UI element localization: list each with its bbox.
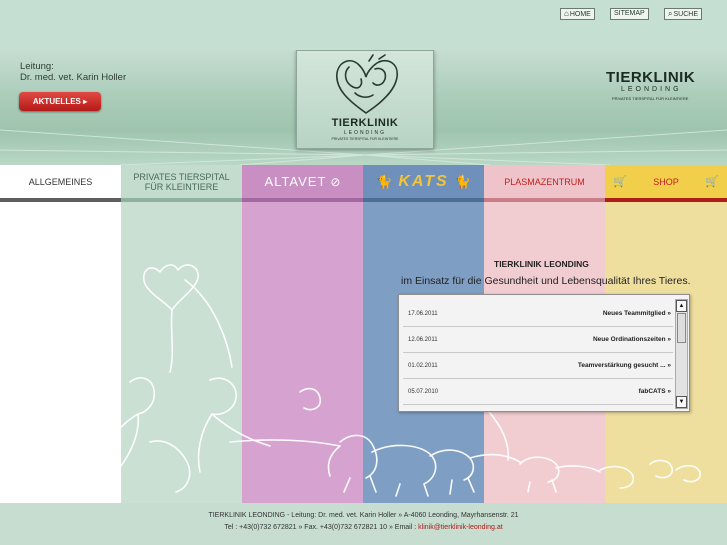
news-title-link[interactable]: Teamverstärkung gesucht ... » bbox=[578, 362, 671, 369]
animal-heart-icon bbox=[336, 54, 398, 114]
logo-title: TIERKLINIK bbox=[331, 117, 399, 129]
header: Leitung: Dr. med. vet. Karin Holler AKTU… bbox=[0, 50, 727, 165]
footer-phone-fax: Tel : +43(0)732 672821 » Fax. +43(0)732 … bbox=[224, 524, 417, 531]
brand-tagline: PRIVATES TIERSPITAL FÜR KLEINTIERE bbox=[612, 96, 689, 101]
cat-icon: 🐈 bbox=[454, 173, 471, 189]
scroll-thumb[interactable] bbox=[677, 313, 686, 343]
news-date: 17.06.2011 bbox=[408, 311, 438, 317]
column-allgemeines bbox=[0, 202, 121, 503]
management-info: Leitung: Dr. med. vet. Karin Holler bbox=[20, 61, 126, 83]
aktuelles-button[interactable]: AKTUELLES ▸ bbox=[19, 92, 101, 111]
tab-privates-tierspital[interactable]: PRIVATES TIERSPITAL FÜR KLEINTIERE bbox=[121, 165, 242, 198]
sitemap-link[interactable]: SITEMAP bbox=[610, 8, 649, 20]
arrow-right-icon: ▸ bbox=[83, 97, 88, 106]
news-item[interactable]: 12.06.2011 Neue Ordinationszeiten » bbox=[403, 329, 673, 353]
tab-kats[interactable]: 🐈 KATS 🐈 bbox=[363, 165, 484, 198]
news-item[interactable]: 01.02.2011 Teamverstärkung gesucht ... » bbox=[403, 355, 673, 379]
news-title-link[interactable]: fabCATS » bbox=[639, 388, 671, 395]
altavet-logo-icon: ⊘ bbox=[330, 174, 341, 189]
tab-shop[interactable]: 🛒 SHOP 🛒 bbox=[605, 165, 727, 198]
scroll-down-button[interactable]: ▼ bbox=[676, 396, 687, 408]
footer-contact: Tel : +43(0)732 672821 » Fax. +43(0)732 … bbox=[0, 524, 727, 531]
news-item[interactable]: 17.06.2011 Neues Teammitglied » bbox=[403, 303, 673, 327]
logo-subtitle: LEONDING bbox=[343, 130, 387, 136]
cat-icon: 🐈 bbox=[376, 173, 393, 189]
logo-tagline: PRIVATES TIERSPITAL FÜR KLEINTIERE bbox=[331, 137, 399, 141]
tab-altavet[interactable]: ALTAVET ⊘ bbox=[242, 165, 363, 198]
footer-email-link[interactable]: klinik@tierklinik-leonding.at bbox=[418, 524, 503, 531]
column-tierspital bbox=[121, 202, 242, 503]
news-box: 17.06.2011 Neues Teammitglied » 12.06.20… bbox=[398, 294, 690, 412]
cart-icon: 🛒 bbox=[613, 175, 627, 188]
news-item[interactable]: 05.07.2010 fabCATS » bbox=[403, 381, 673, 405]
news-date: 01.02.2011 bbox=[408, 363, 438, 369]
tab-plasmazentrum[interactable]: PLASMAZENTRUM bbox=[484, 165, 605, 198]
home-link[interactable]: ⌂HOME bbox=[560, 8, 595, 20]
scroll-up-button[interactable]: ▲ bbox=[676, 300, 687, 312]
footer-address: TIERKLINIK LEONDING - Leitung: Dr. med. … bbox=[208, 512, 519, 519]
news-title-link[interactable]: Neues Teammitglied » bbox=[603, 310, 671, 317]
tab-allgemeines[interactable]: ALLGEMEINES bbox=[0, 165, 121, 198]
home-icon: ⌂ bbox=[564, 9, 569, 18]
search-icon: ⌕ bbox=[668, 9, 673, 18]
top-bar: ⌂HOME SITEMAP ⌕SUCHE bbox=[0, 0, 727, 50]
news-title-link[interactable]: Neue Ordinationszeiten » bbox=[593, 336, 671, 343]
brand-title: TIERKLINIK bbox=[606, 69, 696, 86]
footer: TIERKLINIK LEONDING - Leitung: Dr. med. … bbox=[0, 503, 727, 545]
logo[interactable]: TIERKLINIK LEONDING PRIVATES TIERSPITAL … bbox=[296, 50, 434, 149]
page-headline: TIERKLINIK LEONDING bbox=[494, 259, 589, 269]
brand-subtitle: LEONDING bbox=[621, 86, 682, 93]
leitung-name: Dr. med. vet. Karin Holler bbox=[20, 72, 127, 83]
news-date: 05.07.2010 bbox=[408, 389, 439, 395]
page-tagline: im Einsatz für die Gesundheit und Lebens… bbox=[401, 275, 691, 287]
column-altavet bbox=[242, 202, 363, 503]
news-date: 12.06.2011 bbox=[408, 337, 438, 343]
search-link[interactable]: ⌕SUCHE bbox=[664, 8, 702, 20]
cart-icon: 🛒 bbox=[705, 175, 719, 188]
leitung-label: Leitung: bbox=[20, 61, 54, 72]
